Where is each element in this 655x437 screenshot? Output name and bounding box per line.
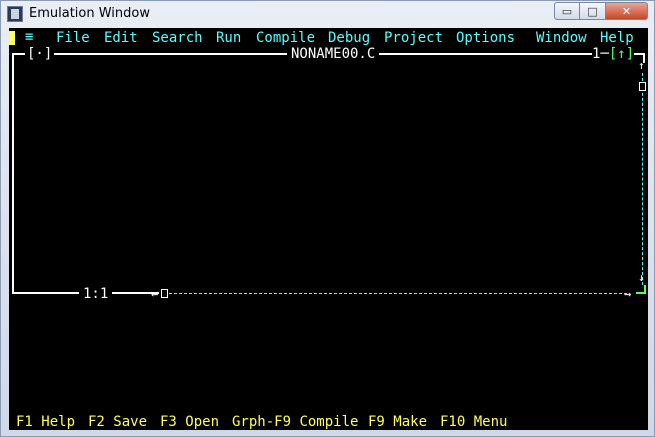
hotkey-key: F9 (368, 414, 385, 430)
vertical-scrollbar-track[interactable] (642, 73, 643, 285)
hotkey-label: Help (41, 414, 76, 430)
hotkey-label: Compile (299, 414, 359, 430)
menu-compile[interactable]: Compile (256, 30, 315, 46)
hotkey-label: Menu (473, 414, 508, 430)
maximize-button[interactable]: □ (580, 2, 606, 20)
menu-bar: ≡ File Edit Search Run Compile Debug Pro… (9, 28, 648, 48)
menu-project[interactable]: Project (384, 30, 443, 46)
editor-close-box[interactable]: [·] (25, 46, 55, 62)
cursor-position: 1:1 (79, 286, 113, 302)
hotkey-key: Grph-F9 (232, 414, 292, 430)
hotkey-key: F10 (440, 414, 466, 430)
hotkey-menu[interactable]: F10 Menu (440, 414, 507, 430)
scroll-left-arrow-icon[interactable]: ← (151, 286, 158, 302)
menu-search[interactable]: Search (152, 30, 203, 46)
menu-run[interactable]: Run (216, 30, 241, 46)
hotkey-help[interactable]: F1 Help (16, 414, 75, 430)
hotkey-compile[interactable]: Grph-F9 Compile (232, 414, 358, 430)
menu-debug[interactable]: Debug (328, 30, 370, 46)
status-bar: F1 Help F2 Save F3 Open Grph-F9 Compile … (9, 414, 648, 430)
resize-corner-icon[interactable] (636, 285, 646, 294)
horizontal-scrollbar-thumb[interactable] (161, 289, 168, 298)
menu-help[interactable]: Help (600, 30, 634, 46)
vertical-scrollbar-thumb[interactable] (639, 82, 646, 91)
cursor-block (9, 31, 15, 45)
hotkey-label: Make (393, 414, 428, 430)
window-controls: ▭ □ ✕ (554, 2, 648, 20)
frame-dash: ─ (600, 46, 609, 62)
menu-options[interactable]: Options (456, 30, 515, 46)
hotkey-save[interactable]: F2 Save (88, 414, 147, 430)
menu-window[interactable]: Window (536, 30, 587, 46)
window-title: Emulation Window (29, 6, 150, 21)
console-screen[interactable]: ≡ File Edit Search Run Compile Debug Pro… (9, 28, 648, 430)
hotkey-open[interactable]: F3 Open (160, 414, 219, 430)
system-menu-icon[interactable]: ≡ (25, 29, 33, 45)
hotkey-make[interactable]: F9 Make (368, 414, 427, 430)
hotkey-label: Open (185, 414, 220, 430)
hotkey-key: F2 (88, 414, 105, 430)
editor-filename: NONAME00.C (287, 46, 380, 62)
hotkey-key: F1 (16, 414, 33, 430)
close-button[interactable]: ✕ (606, 2, 648, 20)
emulation-window: Emulation Window ▭ □ ✕ ≡ File Edit Searc… (0, 0, 655, 437)
menu-edit[interactable]: Edit (104, 30, 138, 46)
hotkey-key: F3 (160, 414, 177, 430)
scroll-down-arrow-icon[interactable]: ↓ (638, 272, 645, 284)
horizontal-scrollbar-track[interactable] (169, 293, 627, 294)
menu-file[interactable]: File (56, 30, 90, 46)
hotkey-label: Save (113, 414, 148, 430)
scroll-right-arrow-icon[interactable]: → (624, 286, 631, 302)
minimize-button[interactable]: ▭ (554, 2, 580, 20)
editor-window-number-group: 1─[↑] (592, 46, 635, 62)
frame-left-border (12, 53, 14, 294)
zoom-box-icon[interactable]: [↑] (609, 46, 634, 62)
app-icon[interactable] (7, 6, 23, 22)
title-bar[interactable]: Emulation Window ▭ □ ✕ (1, 1, 654, 27)
scroll-up-arrow-icon[interactable]: ↑ (638, 60, 645, 72)
